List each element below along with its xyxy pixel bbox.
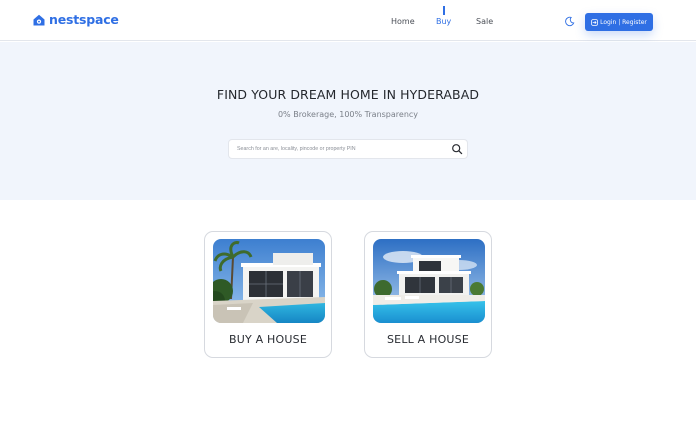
sell-house-card[interactable]: SELL A HOUSE (364, 231, 492, 358)
sell-house-label: SELL A HOUSE (386, 333, 470, 346)
nav-buy[interactable]: Buy (436, 14, 451, 30)
hero-title: FIND YOUR DREAM HOME IN HYDERABAD (216, 87, 480, 102)
buy-house-card[interactable]: BUY A HOUSE (204, 231, 332, 358)
search-bar (228, 139, 468, 159)
login-register-label: Login | Register (600, 18, 647, 26)
villa-with-pool-photo (213, 239, 325, 323)
villa-with-pool-photo (373, 239, 485, 323)
nav-sale[interactable]: Sale (476, 14, 493, 30)
hero-subtitle: 0% Brokerage, 100% Transparency (277, 110, 419, 119)
nav-home[interactable]: Home (391, 14, 415, 30)
active-nav-indicator (443, 6, 445, 15)
login-icon (591, 18, 598, 26)
login-register-button[interactable]: Login | Register (585, 13, 653, 31)
moon-toggle-icon[interactable] (564, 16, 575, 27)
hero-section: FIND YOUR DREAM HOME IN HYDERABAD 0% Bro… (0, 42, 696, 200)
search-input[interactable] (237, 140, 447, 158)
top-navbar: nestspace Home Buy Sale Login | Register (0, 0, 696, 41)
buy-house-label: BUY A HOUSE (229, 333, 307, 346)
search-icon[interactable] (451, 143, 463, 155)
